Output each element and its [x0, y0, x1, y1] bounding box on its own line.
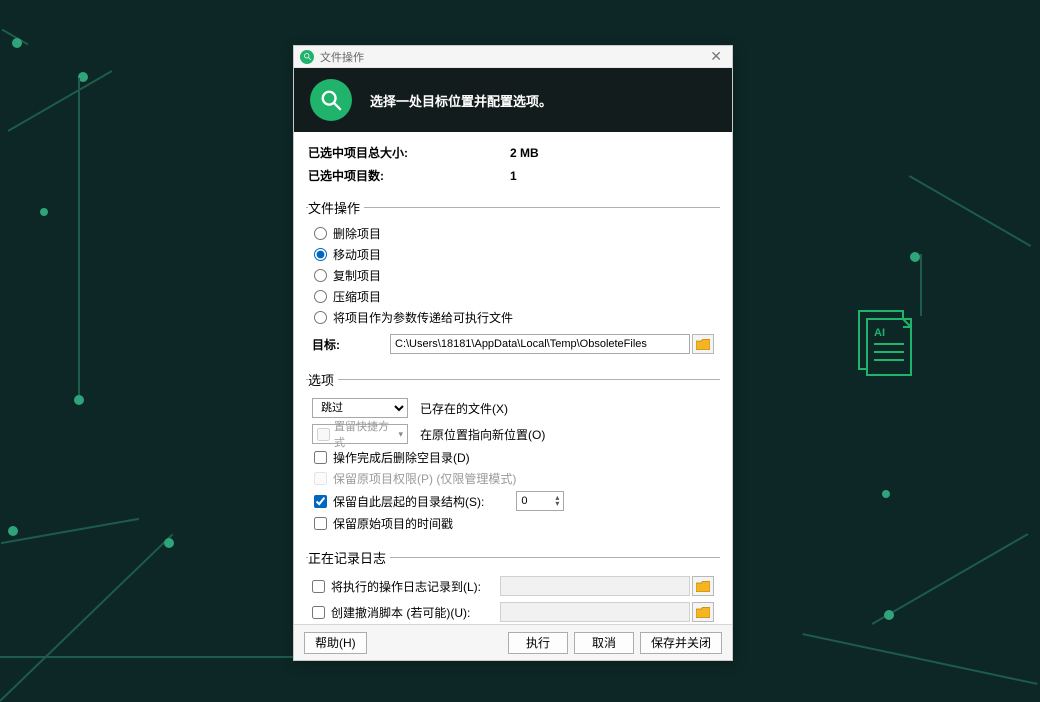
browse-undo-button[interactable] [692, 602, 714, 622]
op-delete[interactable]: 删除项目 [308, 223, 718, 244]
preserve-depth-checkbox[interactable]: 保留自此层起的目录结构(S): [314, 493, 484, 510]
item-count-label: 已选中项目数: [308, 165, 508, 186]
titlebar: 文件操作 ✕ [294, 46, 732, 68]
preserve-time-checkbox[interactable]: 保留原始项目的时间戳 [308, 513, 718, 534]
browse-log-button[interactable] [692, 576, 714, 596]
search-icon [310, 79, 352, 121]
close-button[interactable]: ✕ [706, 48, 726, 65]
delete-empty-checkbox[interactable]: 操作完成后删除空目录(D) [308, 447, 718, 468]
help-button[interactable]: 帮助(H) [304, 632, 367, 654]
file-operation-group: 文件操作 删除项目 移动项目 复制项目 压缩项目 将项目作为参数传递给可执行文件… [306, 198, 720, 364]
depth-spinner[interactable]: 0 ▴▾ [516, 491, 564, 511]
op-pass-exec[interactable]: 将项目作为参数传递给可执行文件 [308, 307, 718, 328]
target-label: 目标: [312, 336, 390, 353]
target-path-input[interactable] [390, 334, 690, 354]
dialog-content: 已选中项目总大小: 2 MB 已选中项目数: 1 文件操作 删除项目 移动项目 … [294, 132, 732, 624]
total-size-label: 已选中项目总大小: [308, 142, 508, 163]
document-ai-icon: AI [858, 310, 912, 376]
banner-heading: 选择一处目标位置并配置选项。 [370, 91, 552, 110]
app-icon [300, 50, 314, 64]
run-button[interactable]: 执行 [508, 632, 568, 654]
undo-path-input[interactable] [500, 602, 690, 622]
existing-file-label: 已存在的文件(X) [420, 400, 508, 417]
logging-group: 正在记录日志 将执行的操作日志记录到(L): 创建撤消脚本 (若可能)(U): [306, 548, 720, 624]
preserve-perm-checkbox: 保留原项目权限(P) (仅限管理模式) [308, 468, 718, 489]
point-new-label: 在原位置指向新位置(O) [420, 426, 545, 443]
op-copy[interactable]: 复制项目 [308, 265, 718, 286]
options-group: 选项 跳过 已存在的文件(X) 置留快捷方式 ▾ 在原位置指向新位置(O) 操作… [306, 370, 720, 542]
selection-info: 已选中项目总大小: 2 MB 已选中项目数: 1 [306, 140, 720, 188]
dialog-footer: 帮助(H) 执行 取消 保存并关闭 [294, 624, 732, 660]
folder-icon [696, 607, 710, 618]
options-legend: 选项 [308, 370, 338, 389]
log-path-input[interactable] [500, 576, 690, 596]
record-log-checkbox[interactable]: 将执行的操作日志记录到(L): [312, 578, 500, 595]
op-compress[interactable]: 压缩项目 [308, 286, 718, 307]
folder-icon [696, 581, 710, 592]
save-close-button[interactable]: 保存并关闭 [640, 632, 722, 654]
svg-text:AI: AI [874, 327, 885, 339]
total-size-value: 2 MB [510, 142, 718, 163]
shortcut-select: 置留快捷方式 ▾ [312, 424, 408, 444]
banner: 选择一处目标位置并配置选项。 [294, 68, 732, 132]
folder-icon [696, 339, 710, 350]
logging-legend: 正在记录日志 [308, 548, 390, 567]
cancel-button[interactable]: 取消 [574, 632, 634, 654]
undo-script-checkbox[interactable]: 创建撤消脚本 (若可能)(U): [312, 604, 500, 621]
item-count-value: 1 [510, 165, 718, 186]
window-title: 文件操作 [320, 49, 706, 65]
browse-target-button[interactable] [692, 334, 714, 354]
file-operation-legend: 文件操作 [308, 198, 364, 217]
existing-file-select[interactable]: 跳过 [312, 398, 408, 418]
spinner-arrows-icon: ▴▾ [555, 495, 559, 507]
file-operation-dialog: 文件操作 ✕ 选择一处目标位置并配置选项。 已选中项目总大小: 2 MB 已选中… [293, 45, 733, 661]
op-move[interactable]: 移动项目 [308, 244, 718, 265]
